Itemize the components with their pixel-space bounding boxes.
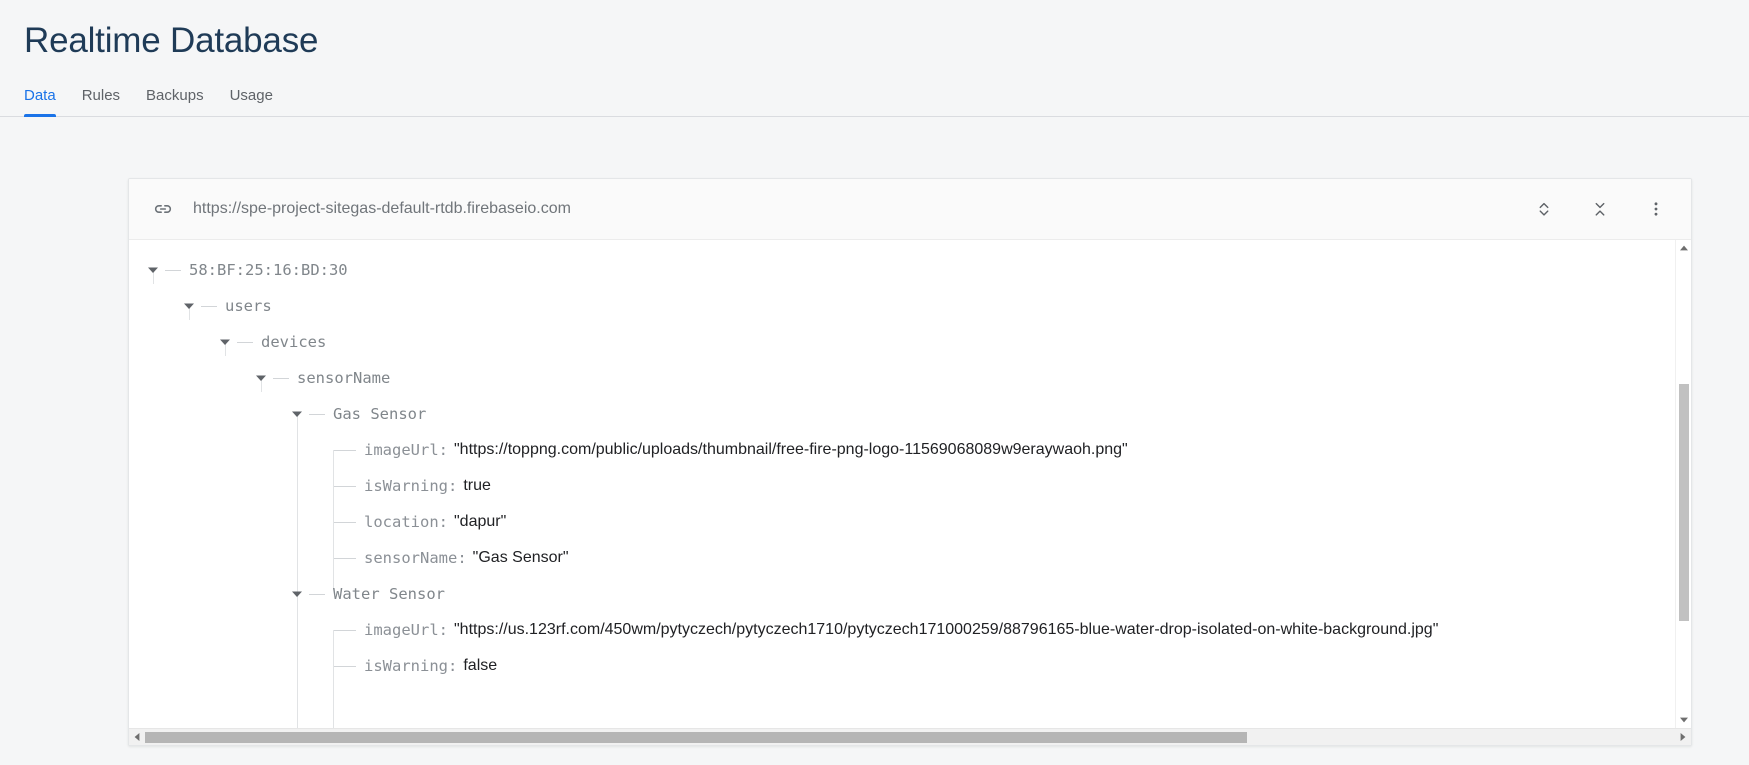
tree-leaf-colon: : <box>457 549 467 567</box>
tree-leaf-colon: : <box>448 657 458 675</box>
tab-usage[interactable]: Usage <box>217 87 286 116</box>
caret-down-icon[interactable] <box>181 298 197 314</box>
horizontal-scroll-track[interactable] <box>145 729 1675 746</box>
tree-area: 58:BF:25:16:BD:30 users devices sensorNa… <box>129 240 1691 728</box>
tree-node-water-sensor[interactable]: Water Sensor <box>129 576 1675 612</box>
tree-node-users[interactable]: users <box>129 288 1675 324</box>
tree-node-root-label: 58:BF:25:16:BD:30 <box>189 261 348 279</box>
link-icon <box>151 197 175 221</box>
collapse-all-icon[interactable] <box>1587 196 1613 222</box>
tab-bar: Data Rules Backups Usage <box>0 80 1749 117</box>
tree-leaf-gas-imageurl[interactable]: imageUrl : "https://toppng.com/public/up… <box>129 432 1675 468</box>
database-url[interactable]: https://spe-project-sitegas-default-rtdb… <box>193 200 1511 218</box>
tab-rules-label: Rules <box>81 87 121 104</box>
tree-connector <box>334 449 356 451</box>
tree-connector <box>334 557 356 559</box>
vertical-scrollbar[interactable] <box>1675 240 1691 728</box>
tab-rules[interactable]: Rules <box>69 87 133 116</box>
tree-leaf-water-iswarning[interactable]: isWarning : false <box>129 648 1675 684</box>
tree-leaf-colon: : <box>438 441 448 459</box>
tree-node-gas-sensor-label: Gas Sensor <box>333 405 427 423</box>
tree-node-root[interactable]: 58:BF:25:16:BD:30 <box>129 252 1675 288</box>
tab-backups[interactable]: Backups <box>133 87 217 116</box>
horizontal-scroll-thumb[interactable] <box>145 731 1247 743</box>
tree-node-devices[interactable]: devices <box>129 324 1675 360</box>
tree-leaf-key: location <box>364 513 439 531</box>
tree-leaf-value: "Gas Sensor" <box>472 549 569 566</box>
tree-leaf-colon: : <box>448 477 458 495</box>
horizontal-scrollbar[interactable] <box>129 728 1691 745</box>
vertical-scroll-thumb[interactable] <box>1678 383 1689 621</box>
scroll-down-arrow-icon[interactable] <box>1676 712 1692 728</box>
tree-connector <box>201 305 217 307</box>
tree-connector <box>165 269 181 271</box>
tree-leaf-gas-sensorname[interactable]: sensorName : "Gas Sensor" <box>129 540 1675 576</box>
tree-node-sensorname[interactable]: sensorName <box>129 360 1675 396</box>
tree-leaf-key: isWarning <box>364 477 448 495</box>
tree-leaf-colon: : <box>438 621 448 639</box>
tree-leaf-colon: : <box>438 513 448 531</box>
tree-leaf-value: false <box>463 657 498 674</box>
tree-leaf-value: "https://us.123rf.com/450wm/pytyczech/py… <box>454 621 1439 638</box>
tree-connector <box>309 593 325 595</box>
scroll-up-arrow-icon[interactable] <box>1676 240 1692 256</box>
page-title: Realtime Database <box>24 21 319 60</box>
tree-leaf-value: true <box>463 477 491 494</box>
tab-data[interactable]: Data <box>24 87 69 117</box>
scroll-right-arrow-icon[interactable] <box>1675 729 1691 746</box>
caret-down-icon[interactable] <box>289 586 305 602</box>
tab-usage-label: Usage <box>229 87 273 104</box>
tab-backups-label: Backups <box>146 87 204 104</box>
tree-connector <box>309 413 325 415</box>
tree-connector <box>237 341 253 343</box>
tree-leaf-gas-iswarning[interactable]: isWarning : true <box>129 468 1675 504</box>
tree-leaf-gas-location[interactable]: location : "dapur" <box>129 504 1675 540</box>
tree-connector <box>273 377 289 379</box>
tree-node-users-label: users <box>225 297 272 315</box>
vertical-scroll-track[interactable] <box>1675 256 1691 712</box>
tree-leaf-key: imageUrl <box>364 441 439 459</box>
tree-leaf-value: "dapur" <box>454 513 507 530</box>
tree-leaf-key: imageUrl <box>364 621 439 639</box>
tree-viewport[interactable]: 58:BF:25:16:BD:30 users devices sensorNa… <box>129 240 1675 728</box>
tree-connector <box>334 485 356 487</box>
caret-down-icon[interactable] <box>145 262 161 278</box>
toolbar-actions <box>1531 196 1669 222</box>
tree-leaf-key: isWarning <box>364 657 448 675</box>
scroll-left-arrow-icon[interactable] <box>129 729 145 746</box>
caret-down-icon[interactable] <box>253 370 269 386</box>
tab-data-label: Data <box>24 87 56 104</box>
expand-all-icon[interactable] <box>1531 196 1557 222</box>
tree-leaf-key: sensorName <box>364 549 458 567</box>
tree-connector <box>334 521 356 523</box>
database-card: https://spe-project-sitegas-default-rtdb… <box>128 178 1692 746</box>
caret-down-icon[interactable] <box>289 406 305 422</box>
tree-leaf-water-imageurl[interactable]: imageUrl : "https://us.123rf.com/450wm/p… <box>129 612 1675 648</box>
tree-node-sensorname-label: sensorName <box>297 369 391 387</box>
tree-root: 58:BF:25:16:BD:30 users devices sensorNa… <box>129 252 1675 728</box>
tree-connector <box>334 665 356 667</box>
tree-node-devices-label: devices <box>261 333 327 351</box>
tree-leaf-value: "https://toppng.com/public/uploads/thumb… <box>454 441 1128 458</box>
caret-down-icon[interactable] <box>217 334 233 350</box>
tree-connector <box>334 629 356 631</box>
tree-node-gas-sensor[interactable]: Gas Sensor <box>129 396 1675 432</box>
tree-node-water-sensor-label: Water Sensor <box>333 585 445 603</box>
database-url-toolbar: https://spe-project-sitegas-default-rtdb… <box>129 179 1691 240</box>
page-header: Realtime Database <box>0 0 1749 64</box>
more-vert-icon[interactable] <box>1643 196 1669 222</box>
